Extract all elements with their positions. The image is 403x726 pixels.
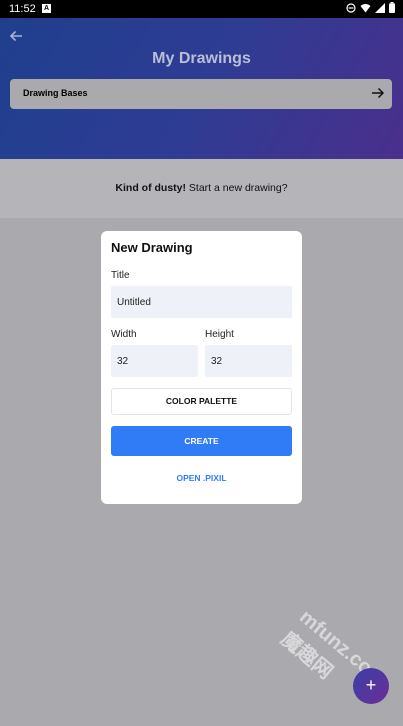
page-title: My Drawings	[152, 50, 251, 67]
status-time: 11:52	[9, 3, 36, 15]
dnd-icon	[346, 2, 356, 13]
new-drawing-dialog: New Drawing Title Width Height COLOR PAL…	[101, 231, 302, 504]
height-label: Height	[205, 329, 234, 340]
title-label: Title	[111, 270, 130, 281]
width-label: Width	[111, 329, 137, 340]
empty-state-banner: Kind of dusty! Start a new drawing?	[0, 159, 403, 218]
signal-icon	[375, 2, 385, 13]
back-arrow-icon[interactable]	[8, 28, 24, 44]
open-pixil-button[interactable]: OPEN .PIXIL	[101, 473, 302, 483]
empty-state-text: Start a new drawing?	[186, 182, 288, 194]
status-icons	[346, 2, 395, 13]
header: My Drawings Drawing Bases	[0, 18, 403, 159]
empty-state-message: Kind of dusty! Start a new drawing?	[0, 182, 403, 194]
dialog-title: New Drawing	[111, 240, 193, 255]
height-input[interactable]	[205, 345, 292, 377]
wifi-icon	[360, 3, 371, 12]
battery-icon	[389, 2, 395, 13]
width-input[interactable]	[111, 345, 198, 377]
watermark: mfunz.com 魔趣网	[276, 605, 391, 691]
create-button[interactable]: CREATE	[111, 426, 292, 456]
plus-icon: +	[365, 675, 377, 695]
notification-icon: A	[42, 4, 51, 13]
add-drawing-fab[interactable]: +	[353, 668, 389, 704]
color-palette-button[interactable]: COLOR PALETTE	[111, 388, 292, 415]
drawing-bases-label: Drawing Bases	[23, 88, 88, 98]
arrow-right-icon	[372, 87, 385, 99]
status-bar: 11:52 A	[0, 0, 403, 18]
drawing-bases-button[interactable]: Drawing Bases	[10, 79, 392, 109]
empty-state-bold: Kind of dusty!	[115, 182, 186, 194]
title-input[interactable]	[111, 286, 292, 318]
